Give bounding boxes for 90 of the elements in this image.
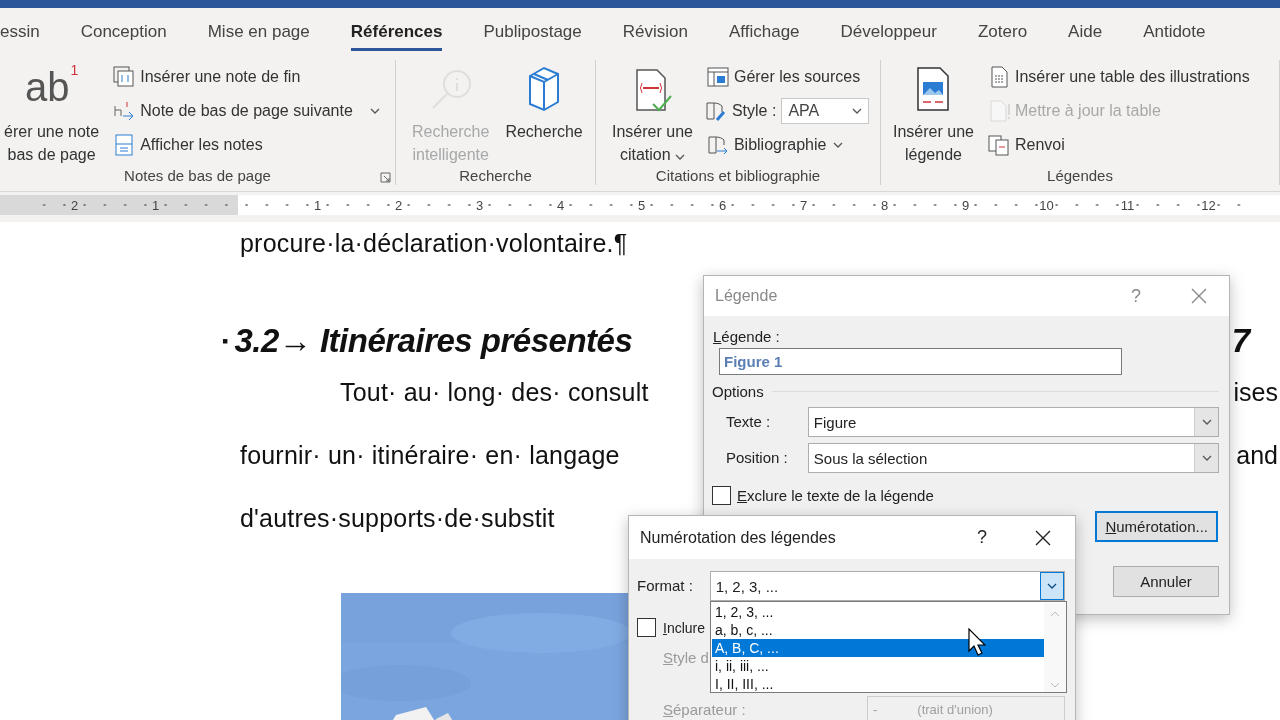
list-option[interactable]: a, b, c, ... (712, 621, 1044, 639)
bibliography-icon (706, 134, 729, 156)
field-label: Séparateur : (663, 700, 746, 718)
paragraph-text: fournir· un· itinéraire· en· langage (240, 441, 620, 470)
ribbon-button[interactable]: Insérer une table des illustrations (985, 60, 1252, 94)
caret-icon (833, 142, 844, 148)
select-field[interactable]: Sous la sélection (807, 443, 1219, 473)
dialog-button[interactable]: Numérotation... (1095, 511, 1218, 542)
select-value: Sous la sélection (813, 449, 928, 467)
select-value: - (trait d'union) (873, 701, 993, 717)
chevron-icon (1047, 583, 1057, 589)
ribbon-button[interactable]: Insérer une légende (889, 60, 978, 166)
ribbon-tab[interactable]: Mise en page (207, 15, 310, 51)
ribbon-button[interactable]: Note de bas de page suivante (111, 94, 382, 128)
heading-text: 7 (1231, 322, 1250, 360)
dialog-title: Légende (715, 287, 779, 305)
ribbon-button[interactable]: Insérer une note de fin (111, 60, 382, 94)
notes-icon (113, 134, 136, 156)
ribbon-button[interactable]: Bibliographie (704, 128, 870, 162)
caption-field[interactable]: Figure 1 (719, 348, 1122, 375)
paragraph-text: ises (1233, 378, 1278, 407)
field-label: Style d (663, 649, 709, 666)
list-option[interactable]: I, II, III, ... (712, 675, 1044, 693)
ribbon-tab[interactable]: Révision (622, 15, 688, 51)
ribbon-tab[interactable]: Antidote (1143, 15, 1206, 51)
endnote-icon (113, 66, 136, 88)
list-bullet: ▪ (222, 330, 229, 352)
ribbon-button[interactable]: Recherche (501, 60, 587, 166)
select-field[interactable]: Figure (807, 407, 1219, 437)
ribbon-button[interactable]: Afficher les notes (111, 128, 382, 162)
scroll-down-icon[interactable] (1050, 682, 1060, 688)
ribbon-tab[interactable]: Références (350, 15, 443, 51)
ribbon-tab[interactable]: Zotero (977, 15, 1028, 51)
chevron-icon (1201, 455, 1212, 461)
section-label: Options (712, 382, 764, 400)
field-label: Format : (637, 577, 693, 594)
style-label: Style : (731, 102, 777, 120)
dialog-button[interactable]: Annuler (1113, 566, 1219, 597)
dialog-title: Numérotation des légendes (640, 528, 837, 547)
caret-icon (852, 108, 863, 114)
cursor-icon (968, 628, 986, 656)
ribbon-tab[interactable]: Aide (1068, 15, 1103, 51)
select-field[interactable]: 1, 2, 3, ... (709, 571, 1065, 601)
document-alert-icon (987, 100, 1010, 122)
help-button[interactable]: ? (971, 527, 993, 548)
ribbon-button[interactable]: Renvoi (985, 128, 1252, 162)
list-option[interactable]: 1, 2, 3, ... (712, 603, 1044, 621)
caret-icon (369, 108, 380, 114)
caret-icon (675, 154, 686, 160)
checkbox[interactable] (637, 618, 656, 637)
paragraph-text: procure·la·déclaration·volontaire.¶ (240, 228, 628, 258)
ribbon-tab[interactable]: essin (0, 15, 40, 51)
cross-reference-icon (987, 134, 1010, 156)
group-label: Légendes (1047, 167, 1113, 184)
list-option[interactable]: i, ii, iii, ... (712, 657, 1044, 675)
book-brush-icon (704, 100, 727, 122)
ribbon-tab[interactable]: Conception (80, 15, 167, 51)
field-label: Position : (726, 449, 788, 466)
field-label: Légende : (712, 328, 781, 345)
next-footnote-icon (113, 100, 136, 122)
dropdown-button[interactable] (1040, 572, 1064, 600)
chevron-icon (1201, 419, 1212, 425)
paragraph-text: Tout· au· long· des· consult (340, 378, 649, 407)
scrollbar[interactable] (1044, 603, 1066, 692)
checkbox-label: Inclure (663, 619, 706, 636)
group-label: Citations et bibliographie (655, 167, 821, 184)
help-button[interactable]: ? (1125, 285, 1147, 307)
paragraph-text: d'autres·supports·de·substit (240, 504, 555, 533)
sources-icon (706, 66, 729, 88)
style-select[interactable]: APA (781, 98, 870, 124)
ribbon-button[interactable]: Gérer les sources (704, 60, 870, 94)
scroll-up-icon[interactable] (1050, 611, 1060, 617)
list-option[interactable]: A, B, C, ... (712, 639, 1044, 657)
ribbon-tab[interactable]: Développeur (840, 15, 937, 51)
group-label: Notes de bas de page (124, 167, 271, 184)
close-icon (1191, 288, 1207, 304)
ribbon-tab[interactable]: Publipostage (483, 15, 582, 51)
close-icon (1035, 529, 1051, 546)
launcher-icon[interactable] (380, 172, 391, 183)
ruler: 2 1 1 2 3 4 5 6 7 8 9 10 11 12 (0, 195, 1280, 215)
ribbon-tab[interactable]: Affichage (728, 15, 800, 51)
paragraph-text: and (1236, 441, 1278, 470)
select-value: Figure (813, 413, 857, 431)
field-label: Texte : (726, 413, 771, 430)
group-label: Recherche (459, 167, 532, 184)
ribbon-button[interactable]: Insérer une citation (608, 60, 697, 166)
heading-text: 3.2→ Itinéraires présentés (234, 322, 633, 360)
checkbox[interactable] (712, 486, 731, 505)
select-value: 1, 2, 3, ... (715, 577, 779, 595)
checkbox-label: Exclure le texte de la légende (737, 487, 934, 504)
